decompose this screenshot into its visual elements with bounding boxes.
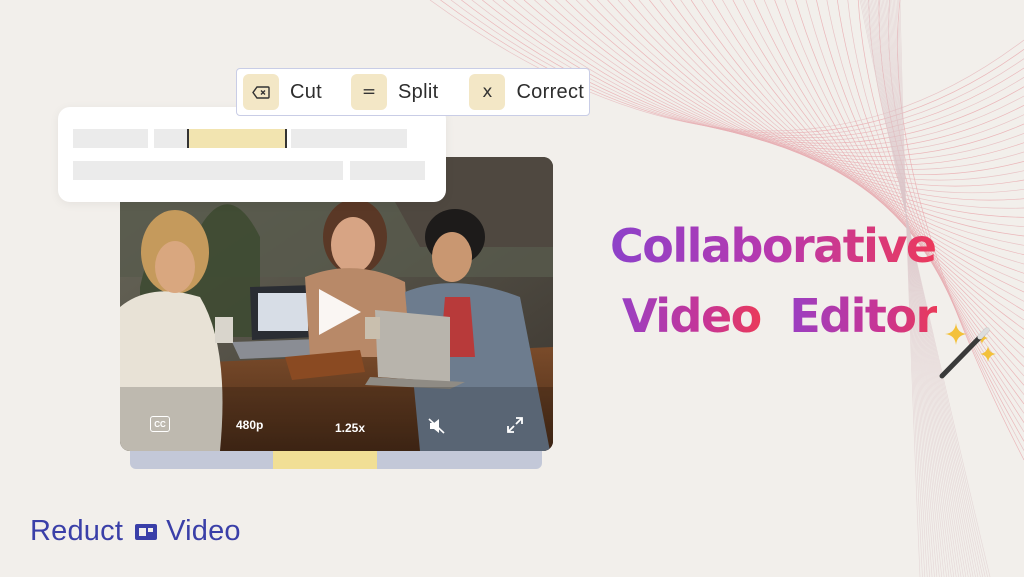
closed-captions-icon[interactable]: CC bbox=[150, 416, 170, 432]
logo-word-reduct: Reduct bbox=[30, 515, 124, 547]
transcript-selection-highlight[interactable] bbox=[187, 129, 287, 148]
mute-icon[interactable] bbox=[428, 418, 446, 434]
transcript-word-placeholder bbox=[350, 161, 425, 180]
x-key-icon: x bbox=[469, 74, 506, 110]
edit-toolbar: Cut = Split x Correct bbox=[236, 68, 590, 116]
reduct-video-logo: Reduct Video bbox=[30, 515, 241, 548]
transcript-line-placeholder bbox=[73, 161, 343, 180]
equals-icon: = bbox=[351, 74, 388, 110]
split-button[interactable]: = Split bbox=[351, 69, 438, 115]
correct-label: Correct bbox=[516, 80, 585, 103]
cut-label: Cut bbox=[290, 80, 323, 103]
split-label: Split bbox=[398, 80, 439, 103]
fullscreen-icon[interactable] bbox=[506, 416, 524, 434]
headline-line-1: Collaborative bbox=[610, 211, 937, 281]
magic-wand-icon bbox=[939, 323, 996, 379]
headline-word-video: Video bbox=[622, 281, 762, 351]
cut-button[interactable]: Cut bbox=[243, 69, 322, 115]
timeline-bar[interactable] bbox=[130, 451, 542, 469]
play-icon[interactable] bbox=[317, 287, 363, 337]
correct-button[interactable]: x Correct bbox=[469, 69, 584, 115]
transcript-word-placeholder bbox=[291, 129, 407, 148]
resolution-selector[interactable]: 480p bbox=[236, 418, 263, 432]
backspace-icon bbox=[243, 74, 279, 110]
headline-word-editor: Editor bbox=[789, 281, 938, 351]
timeline-selected-segment[interactable] bbox=[273, 451, 377, 469]
reduct-logo-mark-icon bbox=[135, 523, 158, 540]
transcript-word-placeholder bbox=[154, 129, 187, 148]
logo-word-video: Video bbox=[166, 515, 241, 547]
transcript-card[interactable] bbox=[58, 107, 446, 202]
transcript-word-placeholder bbox=[73, 129, 148, 148]
playback-speed-selector[interactable]: 1.25x bbox=[335, 421, 365, 435]
